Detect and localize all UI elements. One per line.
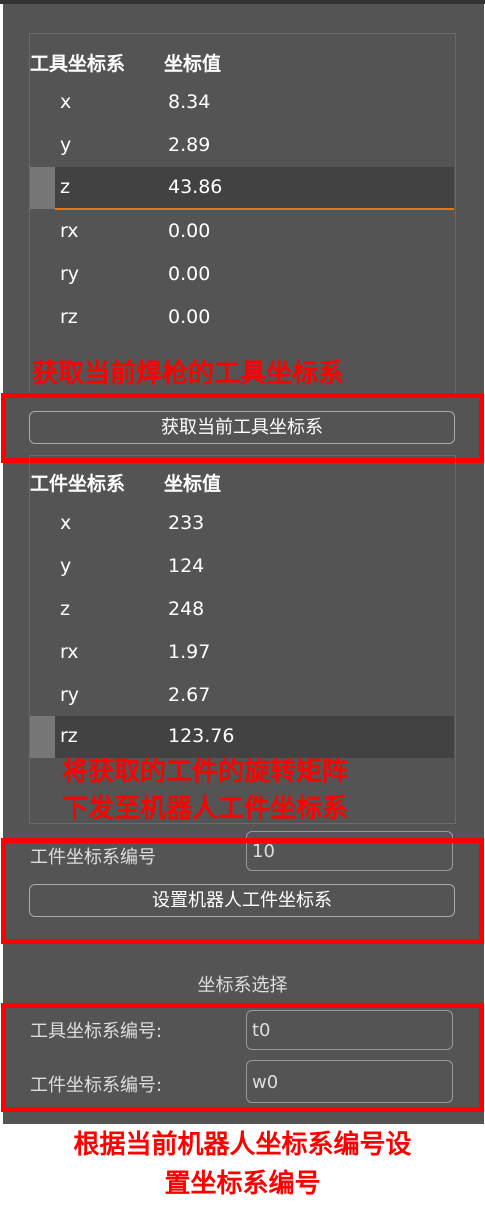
row-key: z	[60, 176, 70, 198]
annotation-set-number-1: 根据当前机器人坐标系编号设	[73, 1130, 412, 1160]
row-key: rz	[60, 725, 78, 747]
row-value: 248	[168, 598, 205, 620]
row-key: rx	[60, 220, 79, 242]
annotation-send-matrix-1: 将获取的工件的旋转矩阵	[62, 757, 349, 787]
annotation-get-tool: 获取当前焊枪的工具坐标系	[32, 359, 345, 389]
work-frame-no-label: 工件坐标系编号:	[30, 1075, 163, 1096]
row-value: 0.00	[168, 220, 211, 242]
set-work-frame-button[interactable]: 设置机器人工件坐标系	[29, 884, 455, 917]
row-value: 2.67	[168, 684, 211, 706]
row-value: 0.00	[168, 306, 211, 328]
table-row-selected[interactable]: z 43.86	[30, 167, 454, 209]
row-value: 2.89	[168, 134, 211, 156]
row-key: ry	[60, 263, 80, 285]
get-tool-frame-button[interactable]: 获取当前工具坐标系	[29, 411, 455, 444]
row-value: 43.86	[168, 176, 223, 198]
table-row[interactable]: x 8.34	[30, 82, 454, 124]
table-row[interactable]: z 248	[30, 589, 454, 631]
row-key: x	[60, 91, 72, 113]
table-row[interactable]: rx 1.97	[30, 632, 454, 674]
row-key: z	[60, 598, 70, 620]
table-row[interactable]: y 124	[30, 546, 454, 588]
annotation-set-number-2: 置坐标系编号	[164, 1169, 321, 1199]
work-frame-number-label: 工件坐标系编号	[30, 847, 156, 868]
table-row[interactable]: rz 0.00	[30, 297, 454, 339]
annotation-send-matrix-2: 下发至机器人工件坐标系	[62, 794, 349, 824]
table-row[interactable]: ry 0.00	[30, 254, 454, 296]
row-value: 124	[168, 555, 205, 577]
row-key: y	[60, 555, 72, 577]
table-row[interactable]: y 2.89	[30, 125, 454, 167]
tool-header-value: 坐标值	[164, 53, 222, 75]
row-value: 0.00	[168, 263, 211, 285]
tool-header-name: 工具坐标系	[30, 53, 126, 75]
frame-select-title: 坐标系选择	[197, 975, 288, 996]
work-header-name: 工件坐标系	[30, 473, 126, 495]
row-key: ry	[60, 684, 80, 706]
row-key: rz	[60, 306, 78, 328]
edit-underline	[55, 208, 454, 210]
row-value: 8.34	[168, 91, 211, 113]
work-header-value: 坐标值	[164, 473, 222, 495]
row-key: x	[60, 512, 72, 534]
row-value: 123.76	[168, 725, 235, 747]
table-row[interactable]: x 233	[30, 503, 454, 545]
table-row[interactable]: rx 0.00	[30, 211, 454, 253]
row-value: 1.97	[168, 641, 211, 663]
row-key: rx	[60, 641, 79, 663]
row-value: 233	[168, 512, 205, 534]
tool-frame-no-label: 工具坐标系编号:	[30, 1021, 163, 1042]
row-key: y	[60, 134, 72, 156]
table-row[interactable]: ry 2.67	[30, 675, 454, 717]
